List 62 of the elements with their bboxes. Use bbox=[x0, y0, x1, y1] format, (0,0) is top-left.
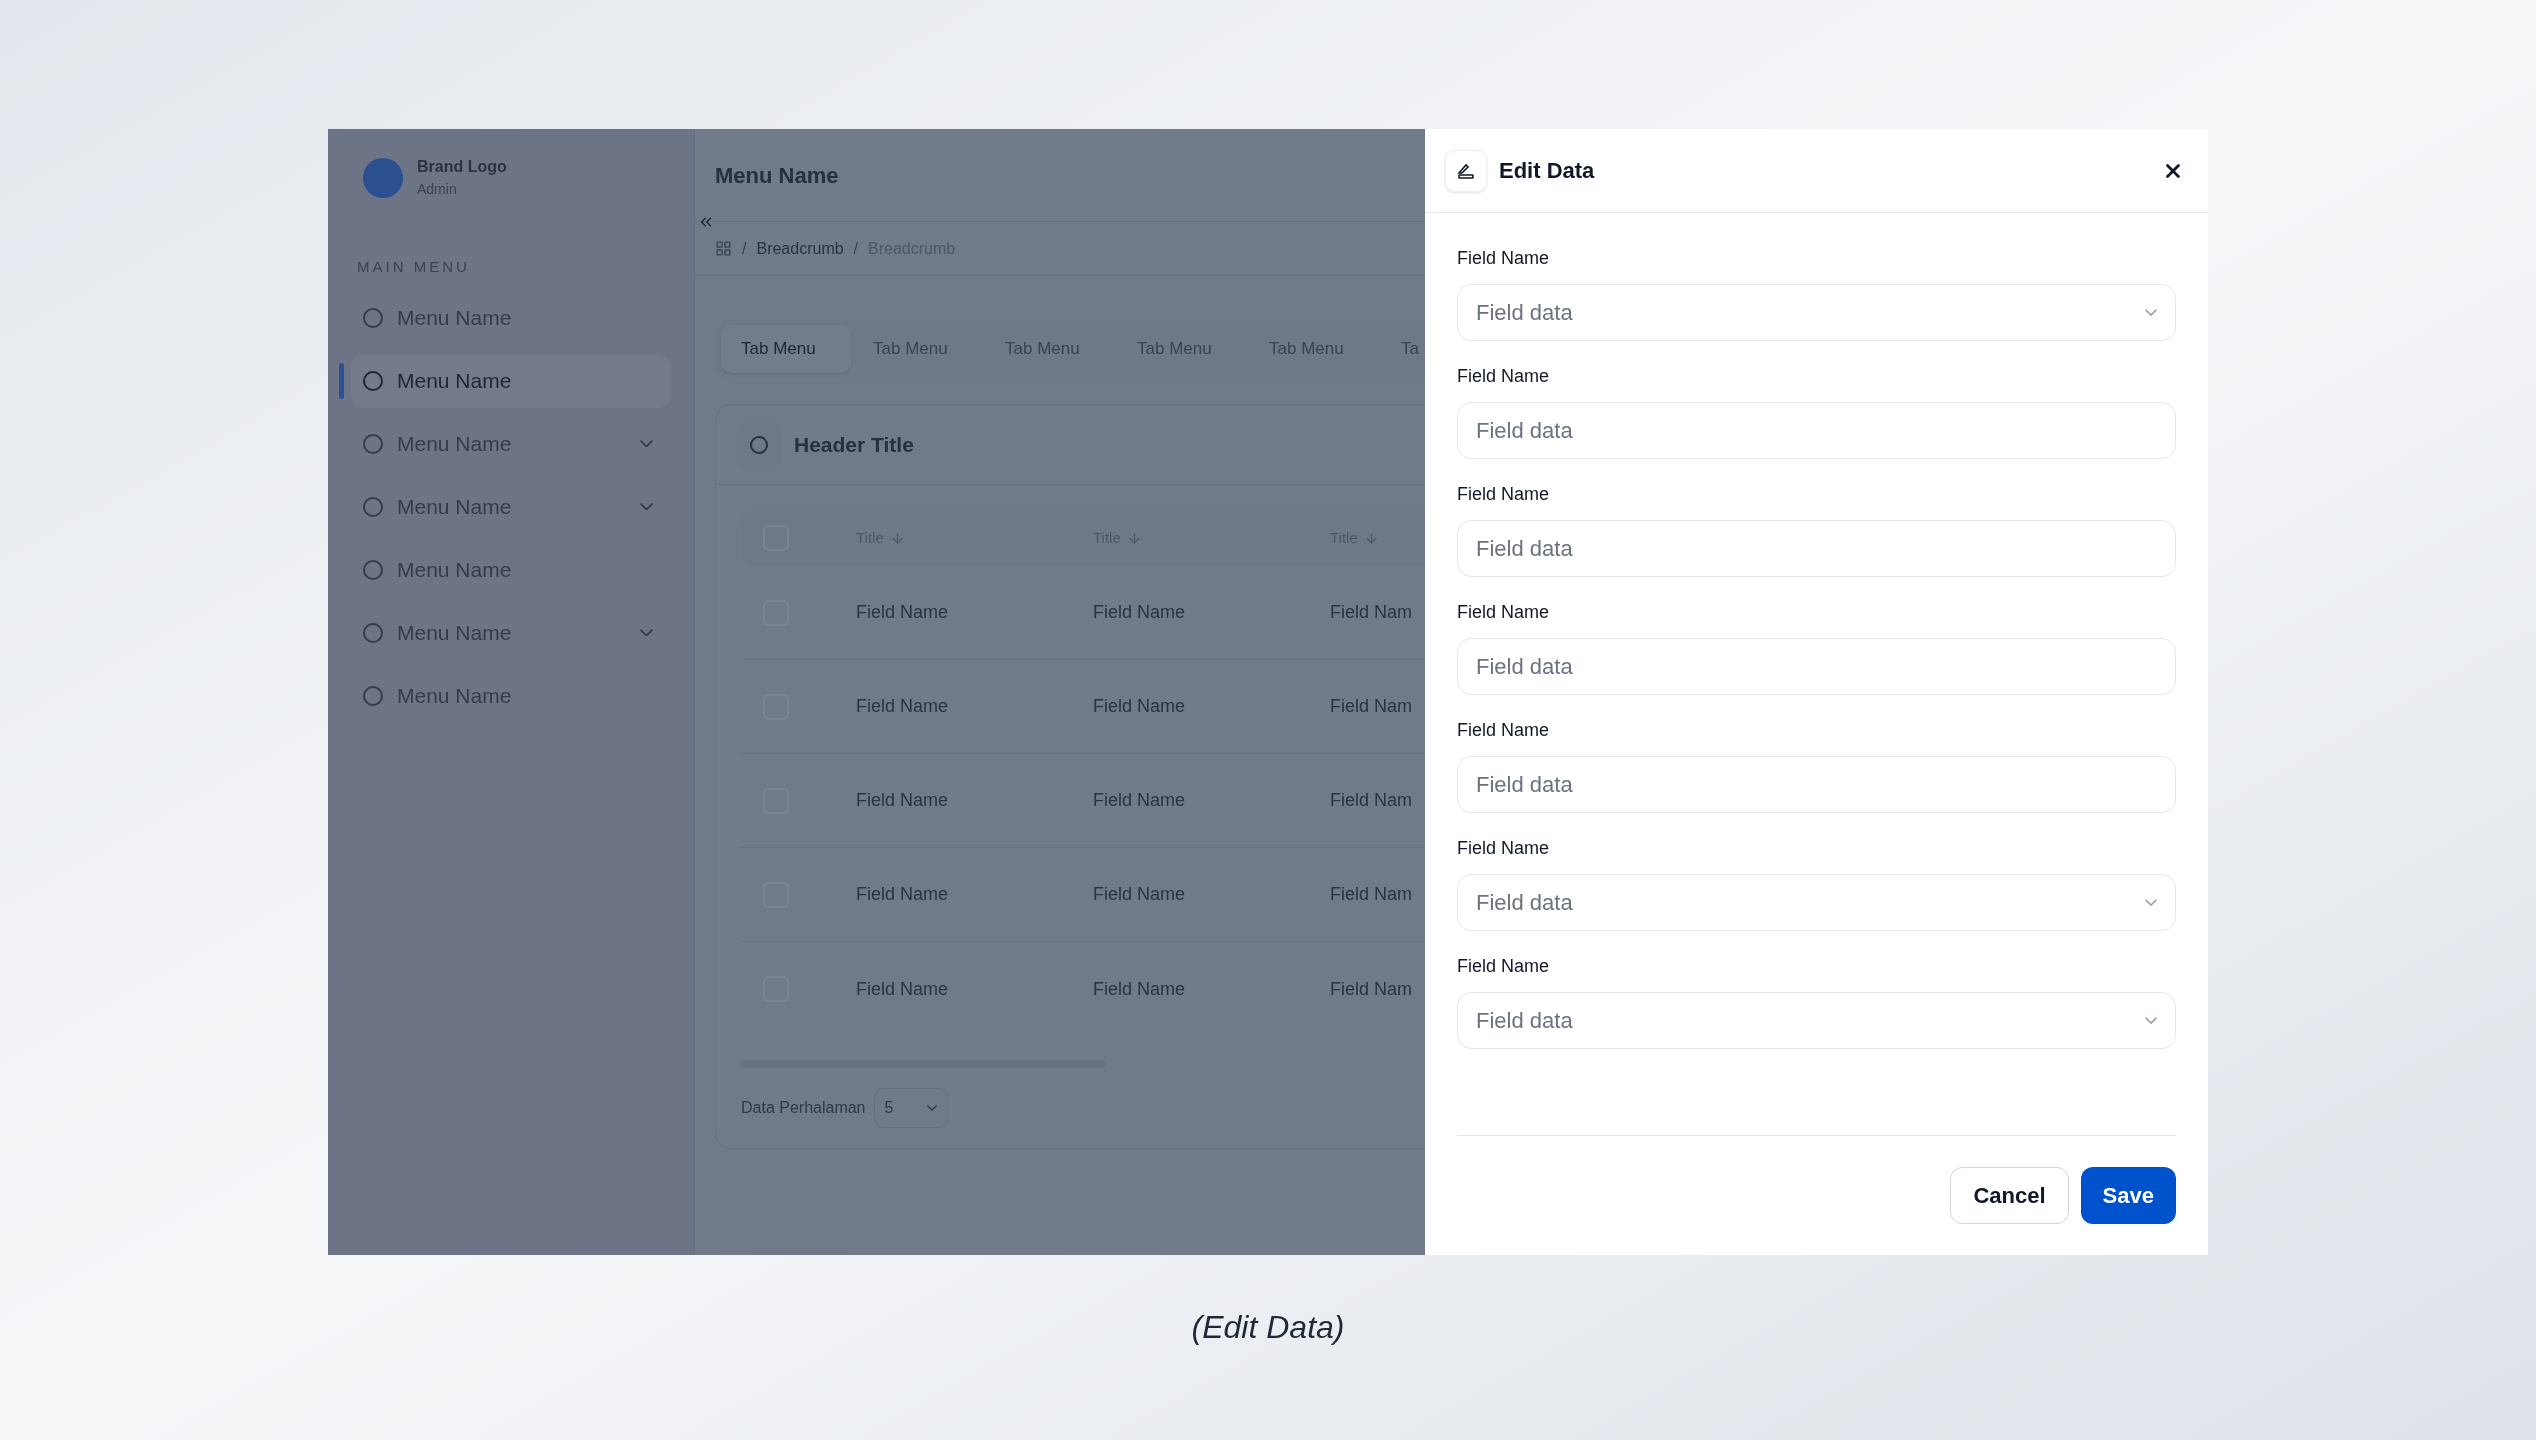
table-cell-text: Field Nam bbox=[1330, 883, 1414, 906]
field-label: Field Name bbox=[1457, 365, 1551, 388]
brand-logo-icon bbox=[363, 157, 403, 198]
chevron-down-icon bbox=[2145, 898, 2157, 907]
grid-icon[interactable] bbox=[715, 240, 732, 257]
dialog-title: Edit Data bbox=[1499, 157, 1596, 185]
table-cell-text: Field Nam bbox=[1330, 977, 1414, 1001]
select-placeholder: Field data bbox=[1476, 299, 1573, 327]
select-placeholder: Field data bbox=[1476, 889, 1573, 917]
table-cell-text: Field Name bbox=[1093, 789, 1187, 812]
menu-item[interactable]: Menu Name bbox=[351, 416, 671, 471]
save-button[interactable]: Save bbox=[2080, 1167, 2176, 1224]
card-title: Header Title bbox=[794, 431, 914, 458]
menu-item[interactable]: Menu Name bbox=[351, 353, 671, 408]
sort-arrow-icon[interactable] bbox=[1126, 530, 1142, 546]
select-placeholder: Field data bbox=[1476, 1007, 1573, 1035]
breadcrumb-separator: / bbox=[853, 238, 859, 259]
table-cell-text: Field Name bbox=[856, 883, 950, 906]
table-cell-text: Field Nam bbox=[1330, 789, 1414, 812]
caption: (Edit Data) bbox=[1191, 1308, 1345, 1347]
chevron-down-icon bbox=[2145, 308, 2157, 317]
select-field[interactable]: Field data bbox=[1457, 992, 2176, 1049]
input-field[interactable]: Field data bbox=[1457, 520, 2176, 577]
input-field[interactable]: Field data bbox=[1457, 756, 2176, 813]
input-field[interactable]: Field data bbox=[1457, 402, 2176, 459]
table-cell-text: Field Name bbox=[1093, 601, 1187, 624]
menu-item[interactable]: Menu Name bbox=[351, 605, 671, 660]
select-field[interactable]: Field data bbox=[1457, 874, 2176, 931]
field-label: Field Name bbox=[1457, 719, 1551, 742]
table-cell-text: Field Name bbox=[1093, 977, 1187, 1001]
select-field[interactable]: Field data bbox=[1457, 284, 2176, 341]
page-title: Menu Name bbox=[715, 161, 839, 190]
sort-arrow-icon[interactable] bbox=[889, 530, 905, 546]
brand-name: Brand Logo bbox=[417, 157, 507, 177]
table-cell-text: Field Nam bbox=[1330, 695, 1414, 718]
table-cell-text: Field Name bbox=[856, 789, 950, 812]
menu-item[interactable]: Menu Name bbox=[351, 479, 671, 534]
field-label: Field Name bbox=[1457, 955, 1551, 978]
field-label: Field Name bbox=[1457, 247, 1551, 270]
tab[interactable]: Tab Menu bbox=[721, 325, 851, 373]
chevron-down-icon bbox=[2145, 1016, 2157, 1025]
field-label: Field Name bbox=[1457, 483, 1551, 506]
page-size-select[interactable]: 5 bbox=[873, 1088, 948, 1128]
input-field[interactable]: Field data bbox=[1457, 638, 2176, 695]
table-cell-text: Field Nam bbox=[1330, 601, 1414, 624]
table-cell-text: Field Name bbox=[856, 977, 950, 1001]
sort-arrow-icon[interactable] bbox=[1363, 530, 1379, 546]
cancel-button[interactable]: Cancel bbox=[1950, 1167, 2069, 1224]
table-cell-text: Field Name bbox=[856, 601, 950, 624]
chevron-down-icon bbox=[926, 1105, 937, 1111]
breadcrumb-link[interactable]: Breadcrumb bbox=[756, 236, 844, 261]
menu-item[interactable]: Menu Name bbox=[351, 542, 671, 597]
menu-item[interactable]: Menu Name bbox=[351, 668, 671, 723]
menu-item[interactable]: Menu Name bbox=[351, 290, 671, 345]
active-indicator bbox=[339, 362, 344, 399]
table-cell-text: Field Name bbox=[856, 695, 950, 718]
field-label: Field Name bbox=[1457, 601, 1551, 624]
field-label: Field Name bbox=[1457, 837, 1551, 860]
table-cell-text: Field Name bbox=[1093, 695, 1187, 718]
table-cell-text: Field Name bbox=[1093, 883, 1187, 906]
breadcrumb-separator: / bbox=[742, 238, 747, 259]
pagination-label: Data Perhalaman bbox=[741, 1098, 866, 1118]
